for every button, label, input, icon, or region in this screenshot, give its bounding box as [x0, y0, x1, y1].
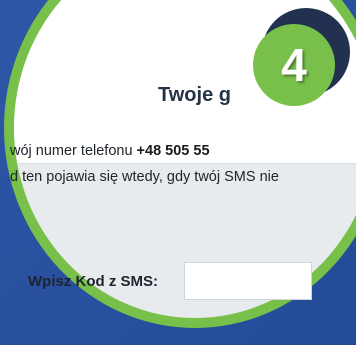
- sms-code-label: Wpisz Kod z SMS:: [28, 273, 158, 290]
- step-badge: 4: [253, 24, 335, 106]
- sms-code-input[interactable]: [184, 262, 312, 300]
- phone-number: +48 505 55: [136, 143, 210, 159]
- sms-explanation-text: d ten pojawia się wtedy, gdy twój SMS ni…: [10, 169, 279, 185]
- background: Twoje g wój numer telefonu +48 505 55 d …: [0, 0, 356, 345]
- phone-info-text: wój numer telefonu +48 505 55: [10, 143, 210, 159]
- step-number: 4: [281, 39, 307, 91]
- page-title: Twoje g: [158, 84, 231, 106]
- phone-info-prefix: wój numer telefonu: [10, 143, 137, 159]
